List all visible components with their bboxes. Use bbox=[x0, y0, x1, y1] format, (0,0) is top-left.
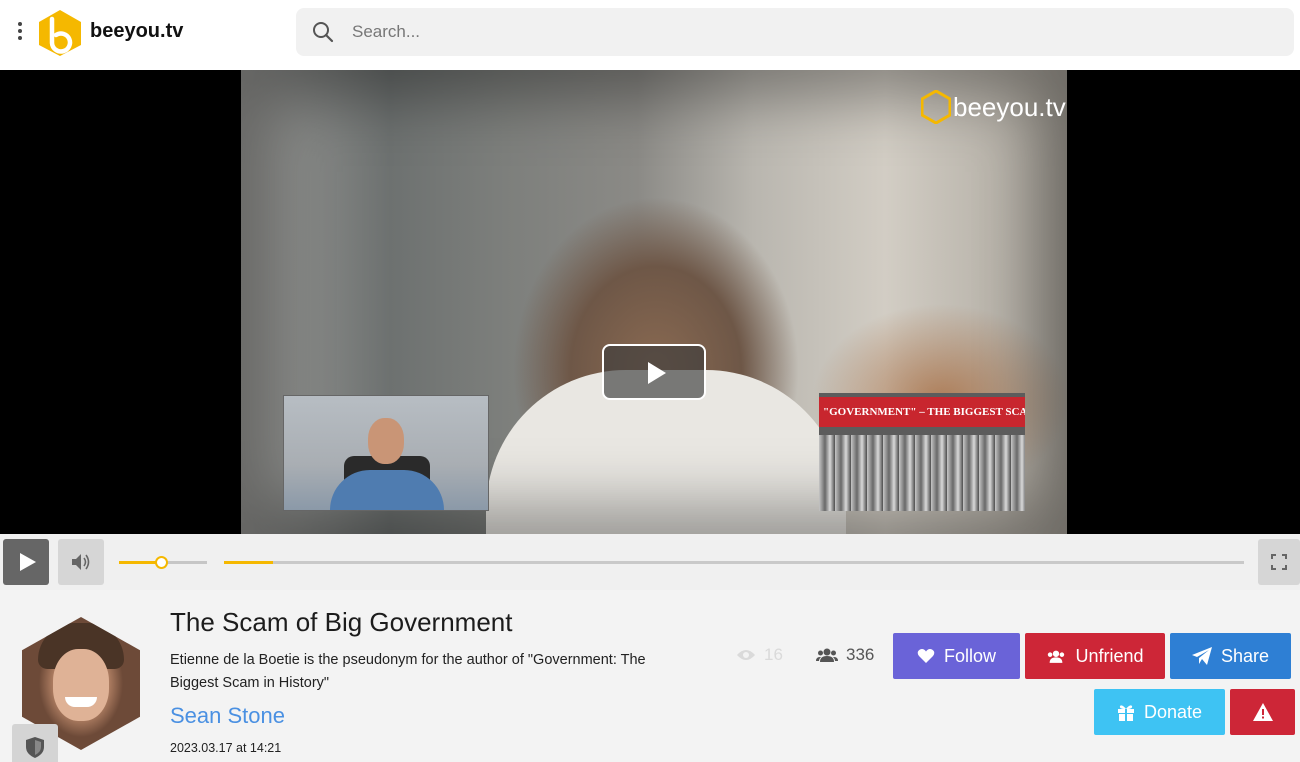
views-value: 16 bbox=[764, 645, 783, 664]
play-button[interactable] bbox=[3, 539, 49, 585]
video-player[interactable]: beeyou.tv "GOVERNMENT" – THE BIGGEST SCA… bbox=[0, 70, 1300, 534]
play-icon bbox=[20, 553, 36, 571]
fullscreen-button[interactable] bbox=[1258, 539, 1300, 585]
gift-icon bbox=[1117, 704, 1134, 721]
video-title: The Scam of Big Government bbox=[170, 607, 513, 637]
play-icon bbox=[648, 362, 666, 384]
brand-name[interactable]: beeyou.tv bbox=[90, 20, 183, 43]
share-label: Share bbox=[1220, 645, 1270, 666]
unfriend-label: Unfriend bbox=[1075, 645, 1144, 666]
verified-badge bbox=[12, 724, 58, 762]
eye-icon bbox=[737, 650, 755, 660]
volume-button[interactable] bbox=[58, 539, 104, 585]
volume-slider[interactable] bbox=[119, 556, 207, 569]
fullscreen-icon bbox=[1271, 554, 1287, 570]
book-photo bbox=[819, 435, 1025, 511]
volume-icon bbox=[72, 554, 90, 570]
donate-label: Donate bbox=[1143, 701, 1203, 722]
users-icon bbox=[1048, 650, 1065, 663]
warning-icon bbox=[1252, 703, 1273, 721]
top-header: beeyou.tv bbox=[0, 0, 1300, 70]
unfriend-button[interactable]: Unfriend bbox=[1025, 633, 1165, 679]
seek-progress bbox=[224, 561, 273, 564]
volume-handle[interactable] bbox=[155, 556, 169, 569]
video-description: Etienne de la Boetie is the pseudonym fo… bbox=[170, 652, 646, 691]
more-vertical-icon[interactable] bbox=[15, 22, 25, 44]
views-count: 16 bbox=[736, 645, 783, 665]
search-icon[interactable] bbox=[312, 21, 334, 43]
publish-date: 2023.03.17 at 14:21 bbox=[170, 741, 282, 755]
beeyou-hex-logo-icon[interactable] bbox=[38, 9, 82, 57]
users-icon bbox=[816, 648, 838, 662]
seek-bar[interactable] bbox=[224, 561, 1244, 564]
friends-count: 336 bbox=[816, 645, 874, 665]
search-bar[interactable] bbox=[296, 8, 1294, 56]
friends-value: 336 bbox=[846, 645, 875, 664]
heart-icon bbox=[917, 649, 935, 663]
beeyou-hex-watermark-icon bbox=[921, 90, 951, 124]
paper-plane-icon bbox=[1191, 647, 1212, 665]
share-button[interactable]: Share bbox=[1170, 633, 1291, 679]
author-link[interactable]: Sean Stone bbox=[170, 703, 285, 729]
follow-button[interactable]: Follow bbox=[893, 633, 1020, 679]
guest-inset-video bbox=[283, 395, 489, 511]
book-inset-image: "GOVERNMENT" – THE BIGGEST SCAM bbox=[819, 393, 1025, 511]
donate-button[interactable]: Donate bbox=[1094, 689, 1225, 735]
player-controls bbox=[0, 534, 1300, 590]
watermark-text: beeyou.tv bbox=[953, 91, 1066, 122]
video-watermark: beeyou.tv bbox=[921, 90, 1066, 124]
book-banner-text: "GOVERNMENT" – THE BIGGEST SCAM bbox=[819, 397, 1025, 427]
video-frame[interactable]: beeyou.tv "GOVERNMENT" – THE BIGGEST SCA… bbox=[241, 70, 1067, 534]
big-play-button[interactable] bbox=[602, 344, 706, 400]
shield-icon bbox=[26, 737, 44, 758]
report-button[interactable] bbox=[1230, 689, 1295, 735]
follow-label: Follow bbox=[943, 645, 996, 666]
search-input[interactable] bbox=[352, 8, 1272, 56]
